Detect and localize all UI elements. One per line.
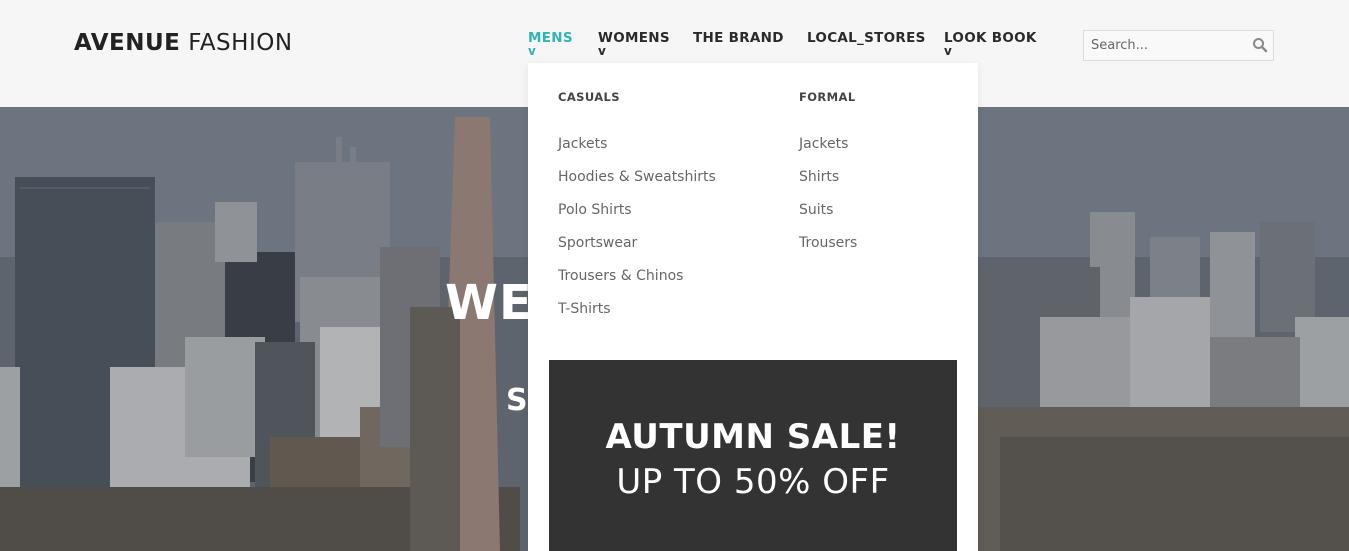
- menu-link-hoodies[interactable]: Hoodies & Sweatshirts: [558, 167, 716, 200]
- promo-line-2: UP TO 50% OFF: [616, 462, 890, 502]
- chevron-down-icon: v: [598, 44, 607, 58]
- menu-heading-formal: FORMAL: [799, 90, 856, 104]
- menu-link-t-shirts[interactable]: T-Shirts: [558, 299, 716, 332]
- hero-title: WE: [445, 275, 533, 331]
- nav-the-brand-label: THE BRAND: [693, 30, 784, 46]
- menu-link-shirts[interactable]: Shirts: [799, 167, 857, 200]
- nav-look-book-label: LOOK BOOK: [944, 30, 1037, 46]
- chevron-down-icon: v: [528, 44, 537, 58]
- nav-the-brand[interactable]: THE BRAND: [693, 31, 784, 46]
- menu-column-formal: FORMAL Jackets Shirts Suits Trousers: [799, 90, 857, 266]
- menu-link-casual-jackets[interactable]: Jackets: [558, 134, 716, 167]
- menu-link-sportswear[interactable]: Sportswear: [558, 233, 716, 266]
- menu-link-suits[interactable]: Suits: [799, 200, 857, 233]
- nav-womens-label: WOMENS: [598, 30, 670, 46]
- mens-mega-menu: CASUALS Jackets Hoodies & Sweatshirts Po…: [528, 63, 978, 551]
- search-box: [1083, 30, 1274, 61]
- chevron-down-icon: v: [944, 44, 953, 58]
- nav-mens[interactable]: MENS v: [528, 31, 573, 58]
- search-icon[interactable]: [1252, 37, 1268, 53]
- menu-link-polo-shirts[interactable]: Polo Shirts: [558, 200, 716, 233]
- nav-womens[interactable]: WOMENS v: [598, 30, 670, 58]
- brand-logo[interactable]: AVENUE FASHION: [74, 30, 293, 56]
- nav-local-stores-label: LOCAL_STORES: [807, 30, 926, 46]
- hero-subtitle: S: [506, 383, 528, 418]
- brand-logo-bold: AVENUE: [74, 30, 181, 56]
- menu-link-trousers[interactable]: Trousers: [799, 233, 857, 266]
- menu-link-formal-jackets[interactable]: Jackets: [799, 134, 857, 167]
- nav-look-book[interactable]: LOOK BOOK v: [944, 30, 1037, 58]
- autumn-sale-banner[interactable]: AUTUMN SALE! UP TO 50% OFF: [549, 360, 957, 551]
- brand-logo-light: FASHION: [188, 30, 293, 56]
- nav-local-stores[interactable]: LOCAL_STORES: [807, 31, 926, 46]
- menu-link-trousers-chinos[interactable]: Trousers & Chinos: [558, 266, 716, 299]
- search-input[interactable]: [1084, 31, 1244, 60]
- menu-heading-casuals: CASUALS: [558, 90, 620, 104]
- menu-column-casuals: CASUALS Jackets Hoodies & Sweatshirts Po…: [558, 90, 716, 332]
- promo-line-1: AUTUMN SALE!: [605, 417, 901, 457]
